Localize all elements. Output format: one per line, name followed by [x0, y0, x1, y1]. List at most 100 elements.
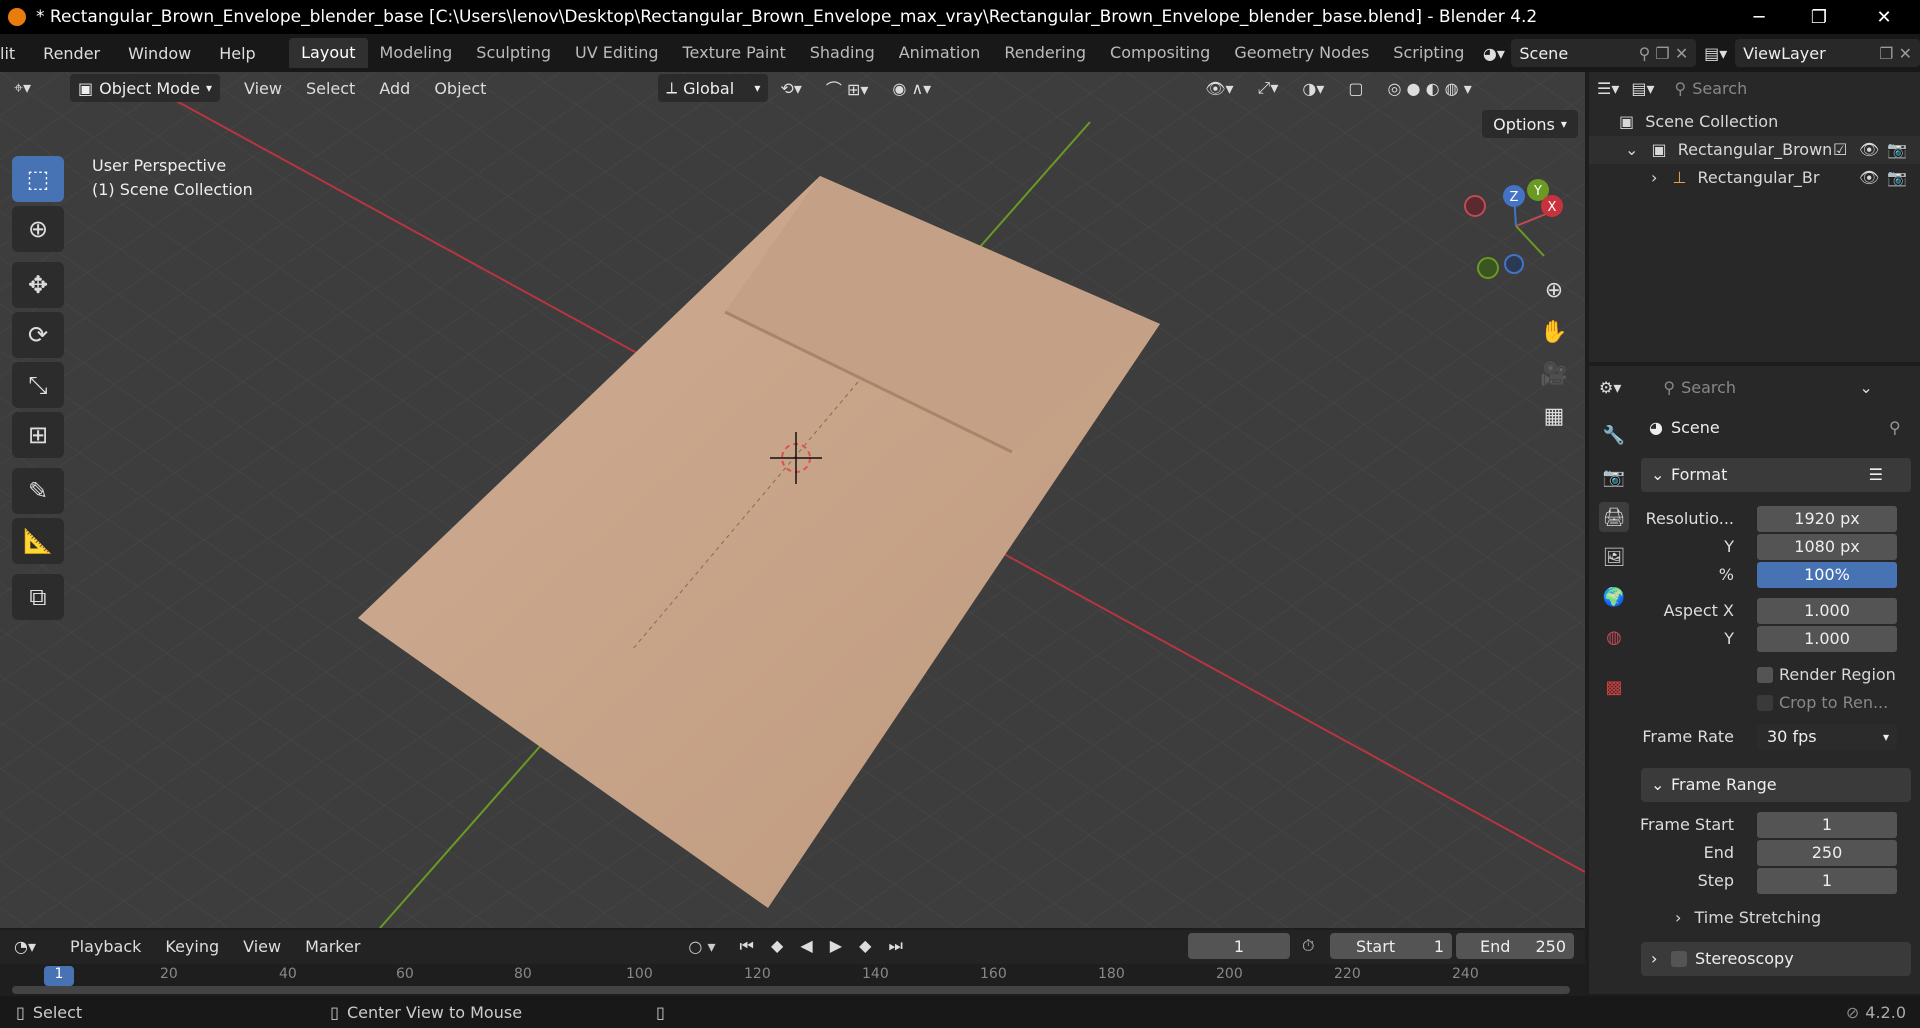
- tab-sculpting[interactable]: Sculpting: [464, 38, 563, 68]
- tab-modeling[interactable]: Modeling: [368, 38, 465, 68]
- scale-tool[interactable]: ⤡: [12, 362, 64, 408]
- stereoscopy-panel-header[interactable]: › Stereoscopy: [1641, 942, 1911, 976]
- 3d-viewport[interactable]: User Perspective (1) Scene Collection ⬚ …: [0, 72, 1585, 928]
- snap-icon[interactable]: ⌒ ⊞▾: [814, 76, 881, 100]
- menu-playback[interactable]: Playback: [58, 937, 153, 956]
- list-icon[interactable]: ☰: [1869, 458, 1883, 492]
- timeline-scrollbar[interactable]: [12, 986, 1570, 994]
- ortho-toggle-button[interactable]: ▦: [1534, 396, 1574, 436]
- camera-icon[interactable]: 📷: [1887, 136, 1907, 164]
- aspect-x-field[interactable]: 1.000: [1757, 598, 1897, 624]
- shading-mode-icons[interactable]: ◎ ● ◐ ◍ ▾: [1376, 79, 1484, 98]
- transform-tool[interactable]: ⊞: [12, 412, 64, 458]
- menu-help[interactable]: Help: [205, 44, 269, 63]
- gizmo-neg-y-icon[interactable]: [1477, 257, 1499, 279]
- camera-view-button[interactable]: 🎥: [1534, 354, 1574, 394]
- tab-texture-paint[interactable]: Texture Paint: [670, 38, 797, 68]
- editor-type-icon[interactable]: ◔▾: [14, 937, 58, 956]
- end-frame-field[interactable]: End 250: [1456, 933, 1574, 959]
- filter-icon[interactable]: ▤▾: [1631, 79, 1654, 98]
- frame-step-field[interactable]: 1: [1757, 868, 1897, 894]
- gizmo-neg-z-icon[interactable]: [1504, 254, 1524, 274]
- view-layer-field[interactable]: ViewLayer ❐ ✕: [1735, 39, 1920, 67]
- frame-range-panel-header[interactable]: ⌄ Frame Range: [1641, 768, 1911, 802]
- render-tab-icon[interactable]: 📷: [1599, 462, 1629, 492]
- render-region-checkbox[interactable]: [1757, 667, 1773, 683]
- frame-rate-dropdown[interactable]: 30 fps ▾: [1757, 724, 1897, 750]
- playhead[interactable]: 1: [44, 966, 74, 986]
- menu-render[interactable]: Render: [29, 44, 114, 63]
- pin-icon[interactable]: ⚲: [1889, 418, 1901, 437]
- menu-select[interactable]: Select: [294, 79, 367, 98]
- tab-rendering[interactable]: Rendering: [992, 38, 1098, 68]
- viewport-canvas[interactable]: [0, 72, 1585, 928]
- menu-marker[interactable]: Marker: [293, 937, 372, 956]
- navigation-gizmo[interactable]: Z Y X: [1458, 168, 1574, 284]
- outliner-row-object[interactable]: › ⊥ Rectangular_Br 👁 📷: [1589, 164, 1920, 192]
- frame-start-field[interactable]: 1: [1757, 812, 1897, 838]
- zoom-button[interactable]: ⊕: [1534, 270, 1574, 310]
- resolution-y-field[interactable]: 1080 px: [1757, 534, 1897, 560]
- tab-shading[interactable]: Shading: [798, 38, 887, 68]
- outliner-search-input[interactable]: ⚲ Search: [1666, 75, 1837, 101]
- scene-selector-icon[interactable]: ◕▾: [1476, 44, 1511, 63]
- format-panel-header[interactable]: ⌄ Format ☰: [1641, 458, 1911, 492]
- options-button[interactable]: Options ▾: [1482, 110, 1578, 138]
- crop-row[interactable]: Crop to Ren...: [1589, 690, 1920, 716]
- start-frame-field[interactable]: Start 1: [1330, 933, 1452, 959]
- close-button[interactable]: ✕: [1855, 0, 1913, 34]
- measure-tool[interactable]: 📐: [12, 518, 64, 564]
- tool-tab-icon[interactable]: 🔧: [1599, 420, 1629, 450]
- restore-button[interactable]: ❐: [1790, 0, 1848, 34]
- gizmo-toggle-icon[interactable]: ⤢▾: [1246, 78, 1291, 98]
- menu-view[interactable]: View: [231, 937, 293, 956]
- cursor-tool[interactable]: ⊕: [12, 206, 64, 252]
- eye-icon[interactable]: 👁: [1859, 164, 1879, 192]
- menu-view[interactable]: View: [232, 79, 294, 98]
- resolution-percent-slider[interactable]: 100%: [1757, 562, 1897, 588]
- rotate-tool[interactable]: ⟳: [12, 312, 64, 358]
- overlay-toggle-icon[interactable]: ◑▾: [1290, 79, 1336, 98]
- timeline-ruler[interactable]: 1 20 40 60 80 100 120 140 160 180 200 22…: [0, 964, 1585, 996]
- eye-icon[interactable]: 👁: [1859, 136, 1879, 164]
- pin-icon[interactable]: ⚲ ❐ ✕: [1639, 44, 1689, 63]
- add-cube-tool[interactable]: ⧉: [12, 574, 64, 620]
- frame-end-field[interactable]: 250: [1757, 840, 1897, 866]
- editor-type-icon[interactable]: ⌖▾: [14, 78, 58, 98]
- crop-checkbox[interactable]: [1757, 695, 1773, 711]
- exclude-checkbox-icon[interactable]: ☑: [1833, 136, 1847, 164]
- tab-layout[interactable]: Layout: [289, 38, 368, 68]
- menu-file[interactable]: lit: [0, 44, 29, 63]
- xray-icon[interactable]: ▢: [1336, 79, 1375, 98]
- new-view-layer-icon[interactable]: ❐ ✕: [1879, 44, 1912, 63]
- aspect-y-field[interactable]: 1.000: [1757, 626, 1897, 652]
- gizmo-neg-x-icon[interactable]: [1464, 195, 1486, 217]
- mode-selector[interactable]: ▣ Object Mode ▾: [70, 74, 220, 102]
- camera-icon[interactable]: 📷: [1887, 164, 1907, 192]
- display-mode-icon[interactable]: ☰▾: [1597, 79, 1619, 98]
- tab-geometry-nodes[interactable]: Geometry Nodes: [1222, 38, 1381, 68]
- minimize-button[interactable]: ─: [1730, 0, 1788, 34]
- current-frame-field[interactable]: 1: [1188, 933, 1290, 959]
- auto-keying-icon[interactable]: ○ ▾: [688, 937, 715, 956]
- tab-animation[interactable]: Animation: [887, 38, 993, 68]
- pivot-point-icon[interactable]: ⟲▾: [768, 79, 813, 98]
- menu-keying[interactable]: Keying: [153, 937, 231, 956]
- editor-type-icon[interactable]: ⚙▾: [1599, 378, 1621, 397]
- tab-compositing[interactable]: Compositing: [1098, 38, 1222, 68]
- annotate-tool[interactable]: ✎: [12, 468, 64, 514]
- view-layer-icon[interactable]: ▤▾: [1696, 44, 1735, 63]
- chevron-down-icon[interactable]: ⌄: [1859, 378, 1872, 397]
- proportional-edit-icon[interactable]: ◉ ∧▾: [880, 79, 943, 98]
- pan-button[interactable]: ✋: [1534, 312, 1574, 352]
- visibility-icon[interactable]: 👁▾: [1193, 79, 1245, 98]
- resolution-x-field[interactable]: 1920 px: [1757, 506, 1897, 532]
- scene-field[interactable]: Scene ⚲ ❐ ✕: [1511, 39, 1697, 67]
- move-tool[interactable]: ✥: [12, 262, 64, 308]
- time-stretching-subpanel[interactable]: › Time Stretching: [1589, 908, 1920, 934]
- tab-scripting[interactable]: Scripting: [1381, 38, 1476, 68]
- render-region-row[interactable]: Render Region: [1589, 662, 1920, 688]
- outliner-row-collection[interactable]: ⌄ ▣ Rectangular_Brown ☑ 👁 📷: [1589, 136, 1920, 164]
- stopwatch-icon[interactable]: ⏱: [1302, 936, 1314, 956]
- transform-orientation-selector[interactable]: ⟂ Global ▾: [658, 74, 769, 102]
